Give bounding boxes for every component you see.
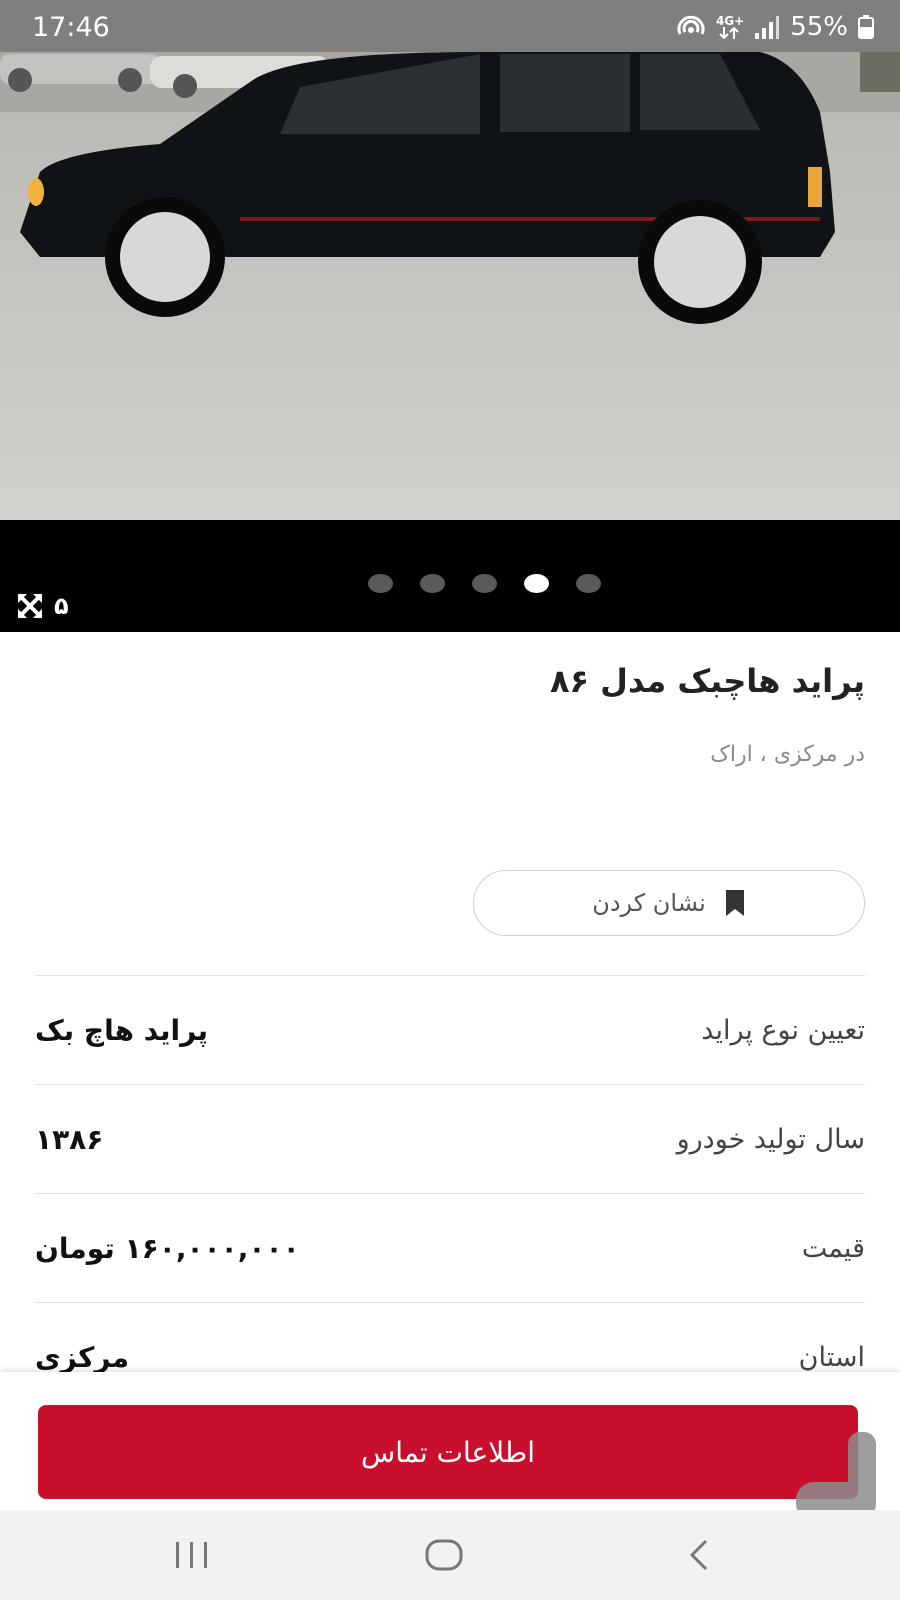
home-icon[interactable]: [424, 1538, 464, 1572]
network-type-icon: 4G+: [716, 15, 744, 39]
detail-row-price: قیمت ۱۶۰,۰۰۰,۰۰۰ تومان: [35, 1193, 865, 1302]
detail-label: تعیین نوع پراید: [701, 1014, 865, 1046]
system-nav-bar: [0, 1510, 900, 1600]
gallery-bar: ۵: [0, 520, 900, 632]
detail-value: ۱۳۸۶: [35, 1122, 104, 1156]
battery-icon: [858, 15, 874, 39]
details-list: تعیین نوع پراید پراید هاچ بک سال تولید خ…: [35, 975, 865, 1372]
gallery-dot-active[interactable]: [524, 574, 549, 593]
back-icon[interactable]: [684, 1538, 714, 1572]
detail-value: پراید هاچ بک: [35, 1013, 209, 1047]
car-photo-image: [0, 52, 900, 520]
detail-value: مرکزی: [35, 1340, 130, 1373]
listing-photo[interactable]: [0, 52, 900, 520]
listing-content: پراید هاچبک مدل ۸۶ در مرکزی ، اراک نشان …: [0, 632, 900, 1372]
photo-count-button[interactable]: ۵: [16, 592, 69, 620]
gallery-dot[interactable]: [420, 574, 445, 593]
listing-title: پراید هاچبک مدل ۸۶: [549, 662, 865, 700]
gallery-dot[interactable]: [576, 574, 601, 593]
detail-row-type: تعیین نوع پراید پراید هاچ بک: [35, 975, 865, 1084]
gallery-dot[interactable]: [472, 574, 497, 593]
bookmark-icon: [725, 890, 744, 916]
status-time: 17:46: [32, 12, 110, 43]
gallery-dots[interactable]: [368, 574, 601, 593]
expand-arrows-icon: [17, 593, 43, 619]
gallery-dot[interactable]: [368, 574, 393, 593]
detail-row-year: سال تولید خودرو ۱۳۸۶: [35, 1084, 865, 1193]
detail-row-province: استان مرکزی: [35, 1302, 865, 1372]
photo-count: ۵: [54, 592, 69, 620]
bookmark-label: نشان کردن: [592, 889, 706, 917]
battery-percent: 55%: [790, 12, 848, 42]
status-bar: 17:46 4G+ 55%: [0, 0, 900, 52]
status-icons: 4G+ 55%: [676, 12, 874, 42]
contact-info-button[interactable]: اطلاعات تماس: [38, 1405, 858, 1499]
hotspot-icon: [677, 15, 705, 35]
detail-value: ۱۶۰,۰۰۰,۰۰۰ تومان: [35, 1231, 300, 1265]
recent-apps-icon[interactable]: [172, 1538, 212, 1572]
detail-label: قیمت: [801, 1232, 865, 1264]
signal-icon: [755, 16, 780, 39]
detail-label: استان: [798, 1341, 865, 1373]
bookmark-button[interactable]: نشان کردن: [473, 870, 865, 936]
action-area: اطلاعات تماس: [0, 1372, 900, 1510]
listing-location: در مرکزی ، اراک: [710, 742, 865, 767]
detail-label: سال تولید خودرو: [676, 1123, 865, 1155]
